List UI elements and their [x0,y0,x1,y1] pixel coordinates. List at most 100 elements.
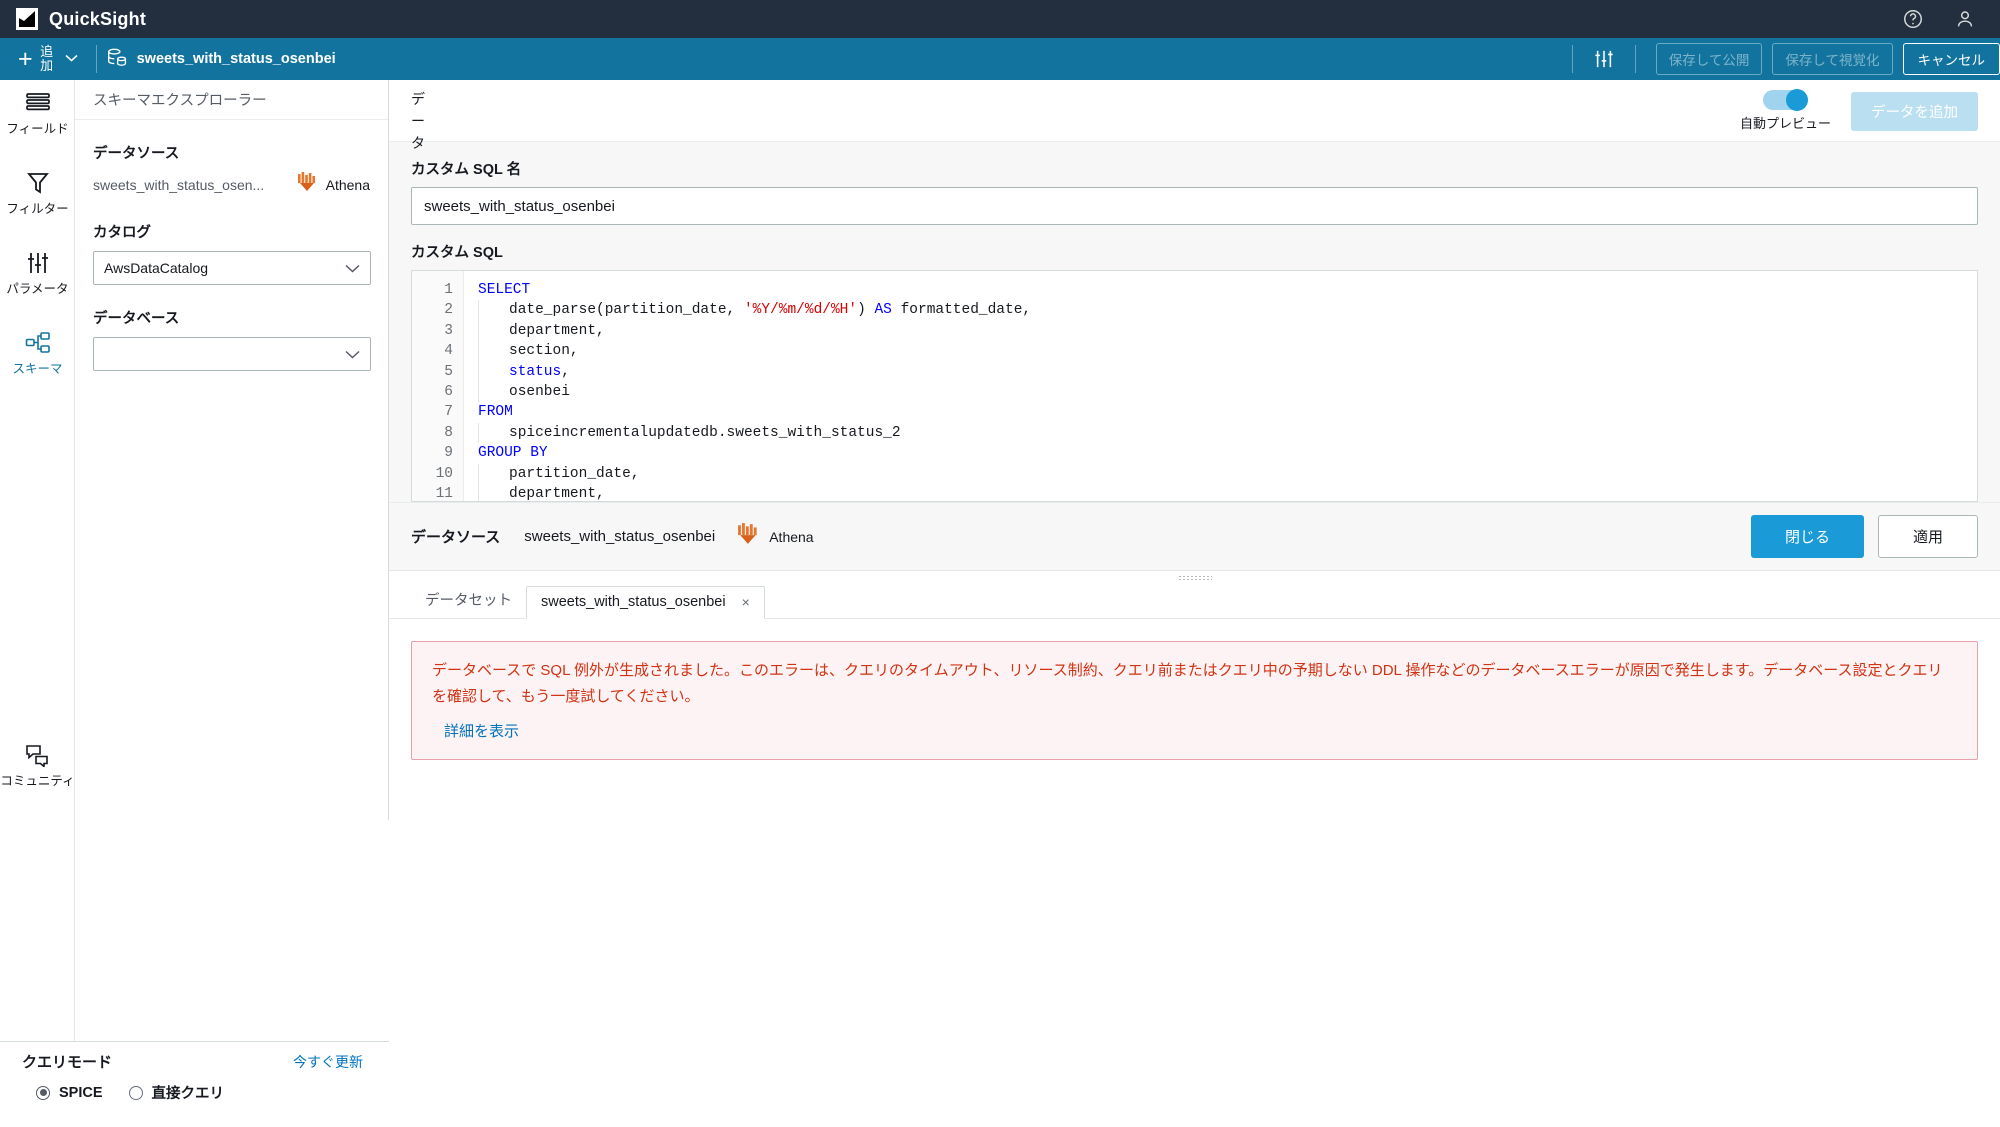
database-label: データベース [93,311,180,327]
engine-name: Athena [325,176,370,193]
community-chat-icon [25,740,51,770]
action-bar: + 追 加 sweets_with_status_osenbei 保存して公開 … [0,38,2000,80]
schema-explorer-title: スキーマエクスプローラー [75,80,388,120]
sql-line-number: 9 [444,445,453,462]
refresh-now-link[interactable]: 今すぐ更新 [293,1052,363,1072]
sidebar-item-filters[interactable]: フィルター [0,168,75,216]
sidebar-item-label: フィールド [6,122,69,136]
add-button[interactable]: + 追 加 [10,38,86,80]
close-icon[interactable]: × [742,594,750,610]
sql-line-number: 8 [444,424,453,441]
query-mode-bar: クエリモード 今すぐ更新 SPICE 直接クエリ [0,1041,389,1127]
error-alert: データベースで SQL 例外が生成されました。このエラーは、クエリのタイムアウト… [411,641,1978,760]
show-details-link[interactable]: 詳細を表示 [444,720,519,741]
tab-dataset[interactable]: データセット [411,582,526,618]
database-icon [107,48,127,71]
sql-line-numbers: 1 2 3 4 5 6 7 8 9 10 11 [412,271,464,501]
toggle-knob [1786,89,1809,111]
radio-option-direct-query[interactable]: 直接クエリ [128,1082,225,1103]
schema-explorer-panel: スキーマエクスプローラー データソース sweets_with_status_o… [75,80,389,820]
athena-icon [737,523,761,550]
action-bar-right: 保存して公開 保存して視覚化 キャンセル [1562,38,2000,80]
sql-line-number: 3 [444,322,453,339]
tab-sweets-with-status-osenbei[interactable]: sweets_with_status_osenbei × [526,586,765,619]
dataset-tab-bar: データセット sweets_with_status_osenbei × [389,585,2000,619]
add-button-label-line2: 加 [40,58,54,73]
sidebar-item-community[interactable]: コミュニティ [0,740,75,788]
datasource-name: sweets_with_status_osen... [93,176,265,193]
save-publish-button[interactable]: 保存して公開 [1655,43,1763,75]
sql-line-number: 7 [444,404,453,421]
sql-line: department, [478,320,1977,342]
sidebar-item-label: フィルター [6,202,69,216]
data-tab-label: データ [411,91,425,151]
drag-dots-icon [1177,575,1212,581]
catalog-select-value: AwsDataCatalog [104,260,209,276]
sql-line-number: 2 [444,302,453,319]
auto-preview-label: 自動プレビュー [1739,116,1831,131]
plus-icon: + [18,44,33,73]
sql-line: department, [478,484,1977,501]
cancel-button[interactable]: キャンセル [1902,43,2000,75]
chevron-down-icon [345,260,360,276]
datasource-label: データソース [93,146,180,162]
custom-sql-editor-block: カスタム SQL 名 カスタム SQL 1 2 3 4 5 6 7 8 9 10 11 SELECT… [389,142,2000,503]
dataset-chip[interactable]: sweets_with_status_osenbei [107,48,336,71]
divider [1634,45,1636,73]
sidebar-item-label: コミュニティ [0,774,75,788]
radio-option-spice[interactable]: SPICE [36,1085,103,1101]
app-top-bar: QuickSight [0,0,2000,38]
sql-line: partition_date, [478,463,1977,485]
sidebar-item-label: パラメータ [6,282,69,296]
sql-line-number: 6 [444,384,453,401]
custom-sql-name-input[interactable] [411,187,1978,225]
sql-line: section, [478,341,1977,362]
fields-icon [25,88,51,118]
sql-line: osenbei [478,382,1977,403]
chevron-down-icon [65,54,78,65]
main-content: データ 自動プレビュー データを追加 カスタム SQL 名 カスタム SQL 1… [389,80,2000,1127]
sql-code-editor[interactable]: 1 2 3 4 5 6 7 8 9 10 11 SELECT date_parse(partition… [411,270,1978,502]
divider [95,45,97,73]
radio-label: 直接クエリ [151,1086,225,1102]
sql-line-number: 4 [444,343,453,360]
save-visualize-button[interactable]: 保存して視覚化 [1772,43,1893,75]
database-select[interactable] [93,337,371,371]
sidebar-item-fields[interactable]: フィールド [0,88,75,136]
sidebar-item-parameters[interactable]: パラメータ [0,248,75,296]
schema-nodes-icon [25,328,51,358]
sidebar-item-schema[interactable]: スキーマ [0,328,75,376]
auto-preview-toggle[interactable] [1763,89,1809,111]
catalog-select[interactable]: AwsDataCatalog [93,251,371,285]
catalog-label: カタログ [93,225,151,241]
sql-line: date_parse(partition_date, '%Y/%m/%d/%H'… [478,300,1977,321]
custom-sql-label: カスタム SQL [411,245,503,261]
tab-label: sweets_with_status_osenbei [541,594,726,610]
sliders-icon[interactable] [1583,38,1625,80]
footer-datasource-name: sweets_with_status_osenbei [524,528,716,545]
sql-line-number: 11 [435,486,453,502]
apply-button[interactable]: 適用 [1877,515,1978,558]
add-data-button[interactable]: データを追加 [1851,91,1978,131]
footer-engine-name: Athena [769,528,814,545]
radio-indicator [36,1085,50,1100]
sql-line-number: 1 [444,282,453,298]
sql-line: SELECT [478,282,531,298]
app-title: QuickSight [49,8,147,29]
filter-funnel-icon [26,168,50,198]
sql-line: GROUP BY [478,445,548,462]
sql-code-text[interactable]: SELECT date_parse(partition_date, '%Y/%m/… [464,271,1977,501]
close-button[interactable]: 閉じる [1750,515,1864,558]
help-circle-icon[interactable] [1902,8,1924,30]
error-message: データベースで SQL 例外が生成されました。このエラーは、クエリのタイムアウト… [432,662,1943,705]
custom-sql-name-label: カスタム SQL 名 [411,162,522,178]
dataset-name: sweets_with_status_osenbei [136,51,336,67]
user-account-icon[interactable] [1954,8,1976,30]
panel-resize-handle[interactable] [389,571,2000,585]
sidebar-item-label: スキーマ [12,362,63,376]
sql-line: FROM [478,404,513,421]
sql-line: status, [478,361,1977,383]
add-button-label-line1: 追 [40,44,54,59]
chevron-down-icon [345,346,360,362]
query-mode-title: クエリモード [22,1054,113,1071]
